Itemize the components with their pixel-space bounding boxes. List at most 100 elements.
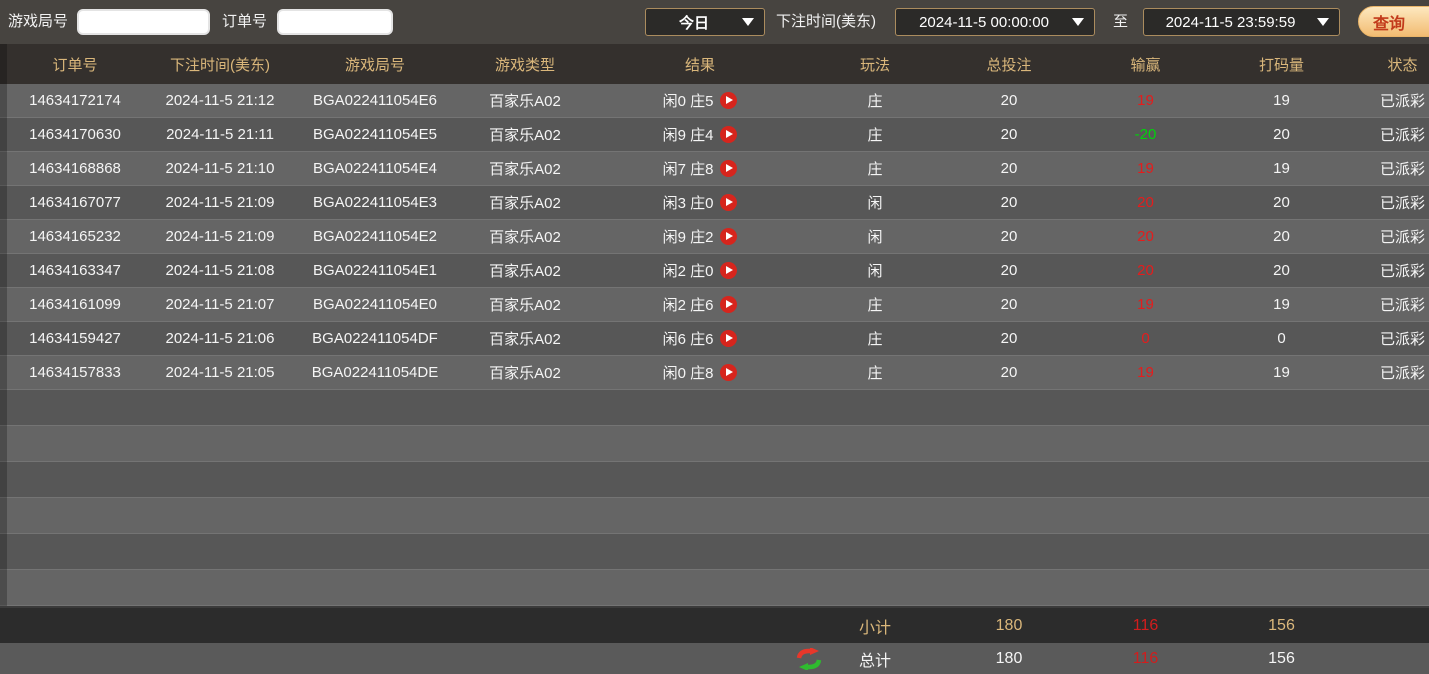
table-header: 订单号 下注时间(美东) 游戏局号 游戏类型 结果 玩法 总投注 输赢 打码量 … [0, 44, 1429, 84]
cell-round: BGA022411054E6 [290, 84, 460, 117]
empty-row [0, 390, 1429, 426]
result-text: 闲2 庄0 [663, 260, 714, 281]
quick-range-value: 今日 [646, 12, 742, 33]
betting-history-page: 游戏局号 订单号 今日 下注时间(美东) 2024-11-5 00:00:00 … [0, 0, 1429, 674]
search-button[interactable]: 查询 [1358, 6, 1429, 37]
table-left-edge [0, 44, 7, 606]
total-winloss: 116 [1078, 643, 1213, 674]
cell-round: BGA022411054E1 [290, 254, 460, 287]
start-time-select[interactable]: 2024-11-5 00:00:00 [895, 8, 1095, 36]
game-round-label: 游戏局号 [8, 0, 68, 44]
cell-round: BGA022411054DF [290, 322, 460, 355]
cell-bet: 20 [940, 356, 1078, 389]
refresh-icon[interactable] [796, 648, 822, 670]
cell-result: 闲7 庄8 [590, 152, 810, 185]
cell-status: 已派彩 [1350, 254, 1429, 287]
cell-type: 百家乐A02 [460, 288, 590, 321]
cell-time: 2024-11-5 21:05 [150, 356, 290, 389]
bet-time-label: 下注时间(美东) [776, 0, 876, 44]
table-row: 146341578332024-11-5 21:05BGA022411054DE… [0, 356, 1429, 390]
cell-winloss: 20 [1078, 186, 1213, 219]
replay-play-icon[interactable] [720, 160, 737, 177]
end-time-value: 2024-11-5 23:59:59 [1144, 14, 1317, 31]
cell-bet: 20 [940, 322, 1078, 355]
replay-play-icon[interactable] [720, 296, 737, 313]
cell-rolling: 20 [1213, 220, 1350, 253]
header-status: 状态 [1350, 44, 1429, 84]
result-text: 闲7 庄8 [663, 158, 714, 179]
to-label: 至 [1113, 0, 1128, 44]
cell-play: 庄 [810, 152, 940, 185]
total-row: 总计 180 116 156 [0, 643, 1429, 674]
cell-result: 闲3 庄0 [590, 186, 810, 219]
result-text: 闲9 庄2 [663, 226, 714, 247]
subtotal-row: 小计 180 116 156 [0, 606, 1429, 643]
result-text: 闲2 庄6 [663, 294, 714, 315]
cell-rolling: 19 [1213, 84, 1350, 117]
cell-play: 庄 [810, 118, 940, 151]
cell-play: 庄 [810, 322, 940, 355]
cell-winloss: 19 [1078, 356, 1213, 389]
replay-play-icon[interactable] [720, 330, 737, 347]
cell-winloss: -20 [1078, 118, 1213, 151]
cell-winloss: 20 [1078, 220, 1213, 253]
replay-play-icon[interactable] [720, 364, 737, 381]
chevron-down-icon [1072, 18, 1084, 26]
result-text: 闲3 庄0 [663, 192, 714, 213]
cell-time: 2024-11-5 21:11 [150, 118, 290, 151]
total-label: 总计 [859, 647, 891, 671]
order-number-input[interactable] [277, 9, 393, 35]
table-row: 146341610992024-11-5 21:07BGA022411054E0… [0, 288, 1429, 322]
replay-play-icon[interactable] [720, 262, 737, 279]
cell-winloss: 20 [1078, 254, 1213, 287]
cell-bet: 20 [940, 118, 1078, 151]
cell-round: BGA022411054E3 [290, 186, 460, 219]
cell-order: 14634159427 [0, 322, 150, 355]
cell-type: 百家乐A02 [460, 152, 590, 185]
end-time-select[interactable]: 2024-11-5 23:59:59 [1143, 8, 1340, 36]
cell-rolling: 19 [1213, 356, 1350, 389]
cell-round: BGA022411054E0 [290, 288, 460, 321]
game-round-input[interactable] [77, 9, 210, 35]
cell-status: 已派彩 [1350, 186, 1429, 219]
cell-time: 2024-11-5 21:09 [150, 220, 290, 253]
subtotal-label: 小计 [810, 608, 940, 643]
replay-play-icon[interactable] [720, 126, 737, 143]
replay-play-icon[interactable] [720, 194, 737, 211]
empty-row [0, 462, 1429, 498]
cell-rolling: 0 [1213, 322, 1350, 355]
cell-order: 14634167077 [0, 186, 150, 219]
cell-play: 庄 [810, 84, 940, 117]
filter-bar: 游戏局号 订单号 今日 下注时间(美东) 2024-11-5 00:00:00 … [0, 0, 1429, 44]
cell-round: BGA022411054E5 [290, 118, 460, 151]
table-row: 146341688682024-11-5 21:10BGA022411054E4… [0, 152, 1429, 186]
total-bet: 180 [940, 643, 1078, 674]
table-row: 146341633472024-11-5 21:08BGA022411054E1… [0, 254, 1429, 288]
replay-play-icon[interactable] [720, 92, 737, 109]
cell-time: 2024-11-5 21:10 [150, 152, 290, 185]
subtotal-rolling: 156 [1213, 608, 1350, 643]
cell-status: 已派彩 [1350, 152, 1429, 185]
cell-type: 百家乐A02 [460, 186, 590, 219]
table-row: 146341706302024-11-5 21:11BGA022411054E5… [0, 118, 1429, 152]
result-text: 闲0 庄8 [663, 362, 714, 383]
quick-range-select[interactable]: 今日 [645, 8, 765, 36]
chevron-down-icon [742, 18, 754, 26]
cell-round: BGA022411054E2 [290, 220, 460, 253]
empty-row [0, 570, 1429, 606]
cell-time: 2024-11-5 21:09 [150, 186, 290, 219]
header-result: 结果 [590, 44, 810, 84]
cell-winloss: 19 [1078, 288, 1213, 321]
header-order: 订单号 [0, 44, 150, 84]
cell-bet: 20 [940, 186, 1078, 219]
cell-status: 已派彩 [1350, 118, 1429, 151]
replay-play-icon[interactable] [720, 228, 737, 245]
header-winloss: 输赢 [1078, 44, 1213, 84]
cell-result: 闲0 庄8 [590, 356, 810, 389]
header-play: 玩法 [810, 44, 940, 84]
cell-round: BGA022411054E4 [290, 152, 460, 185]
cell-play: 庄 [810, 288, 940, 321]
cell-rolling: 20 [1213, 118, 1350, 151]
header-rolling: 打码量 [1213, 44, 1350, 84]
order-number-label: 订单号 [222, 0, 267, 44]
